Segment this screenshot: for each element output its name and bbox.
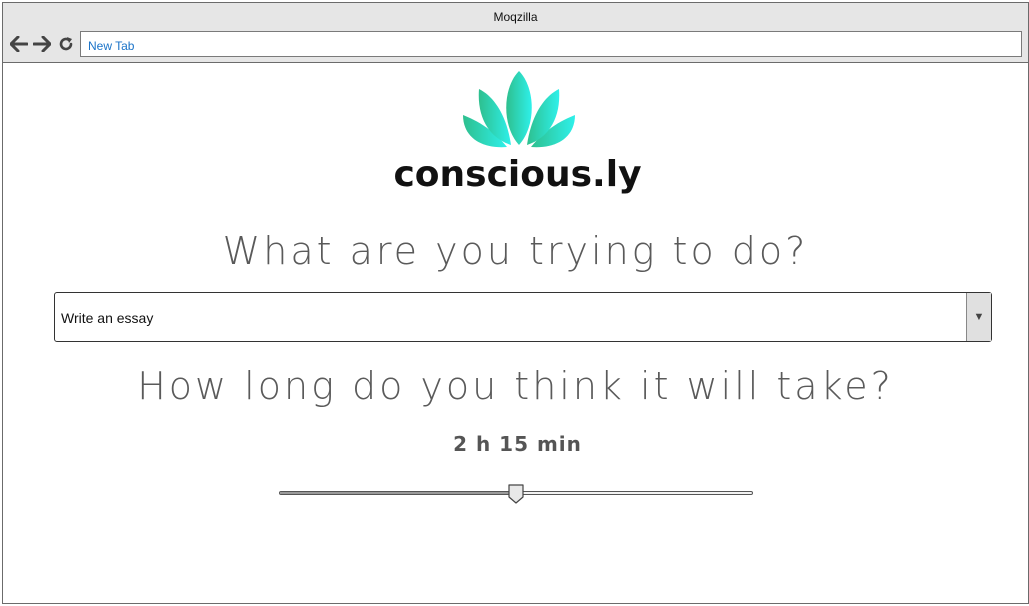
chevron-down-icon[interactable]: ▼ bbox=[966, 293, 991, 341]
task-question: What are you trying to do? bbox=[222, 229, 809, 273]
duration-value: 2 h 15 min bbox=[453, 432, 582, 456]
browser-chrome: Moqzilla New Tab bbox=[3, 3, 1028, 63]
lotus-logo-icon bbox=[463, 71, 575, 148]
window-title: Moqzilla bbox=[493, 10, 538, 24]
brand-name: conscious.ly bbox=[393, 154, 642, 195]
reload-button[interactable] bbox=[56, 33, 76, 55]
address-bar[interactable]: New Tab bbox=[80, 31, 1022, 57]
arrow-left-icon bbox=[10, 36, 28, 52]
duration-slider[interactable] bbox=[279, 481, 753, 505]
slider-thumb[interactable] bbox=[507, 483, 525, 504]
forward-button[interactable] bbox=[32, 33, 52, 55]
page-content: conscious.ly What are you trying to do? … bbox=[3, 64, 1028, 604]
back-button[interactable] bbox=[9, 33, 29, 55]
reload-icon bbox=[59, 37, 73, 51]
arrow-right-icon bbox=[33, 36, 51, 52]
browser-window: Moqzilla New Tab conscious.ly What are y… bbox=[2, 2, 1029, 604]
duration-question: How long do you think it will take? bbox=[137, 364, 894, 408]
task-select[interactable]: Write an essay ▼ bbox=[54, 292, 992, 342]
task-select-value: Write an essay bbox=[61, 310, 154, 326]
slider-fill bbox=[280, 492, 516, 494]
